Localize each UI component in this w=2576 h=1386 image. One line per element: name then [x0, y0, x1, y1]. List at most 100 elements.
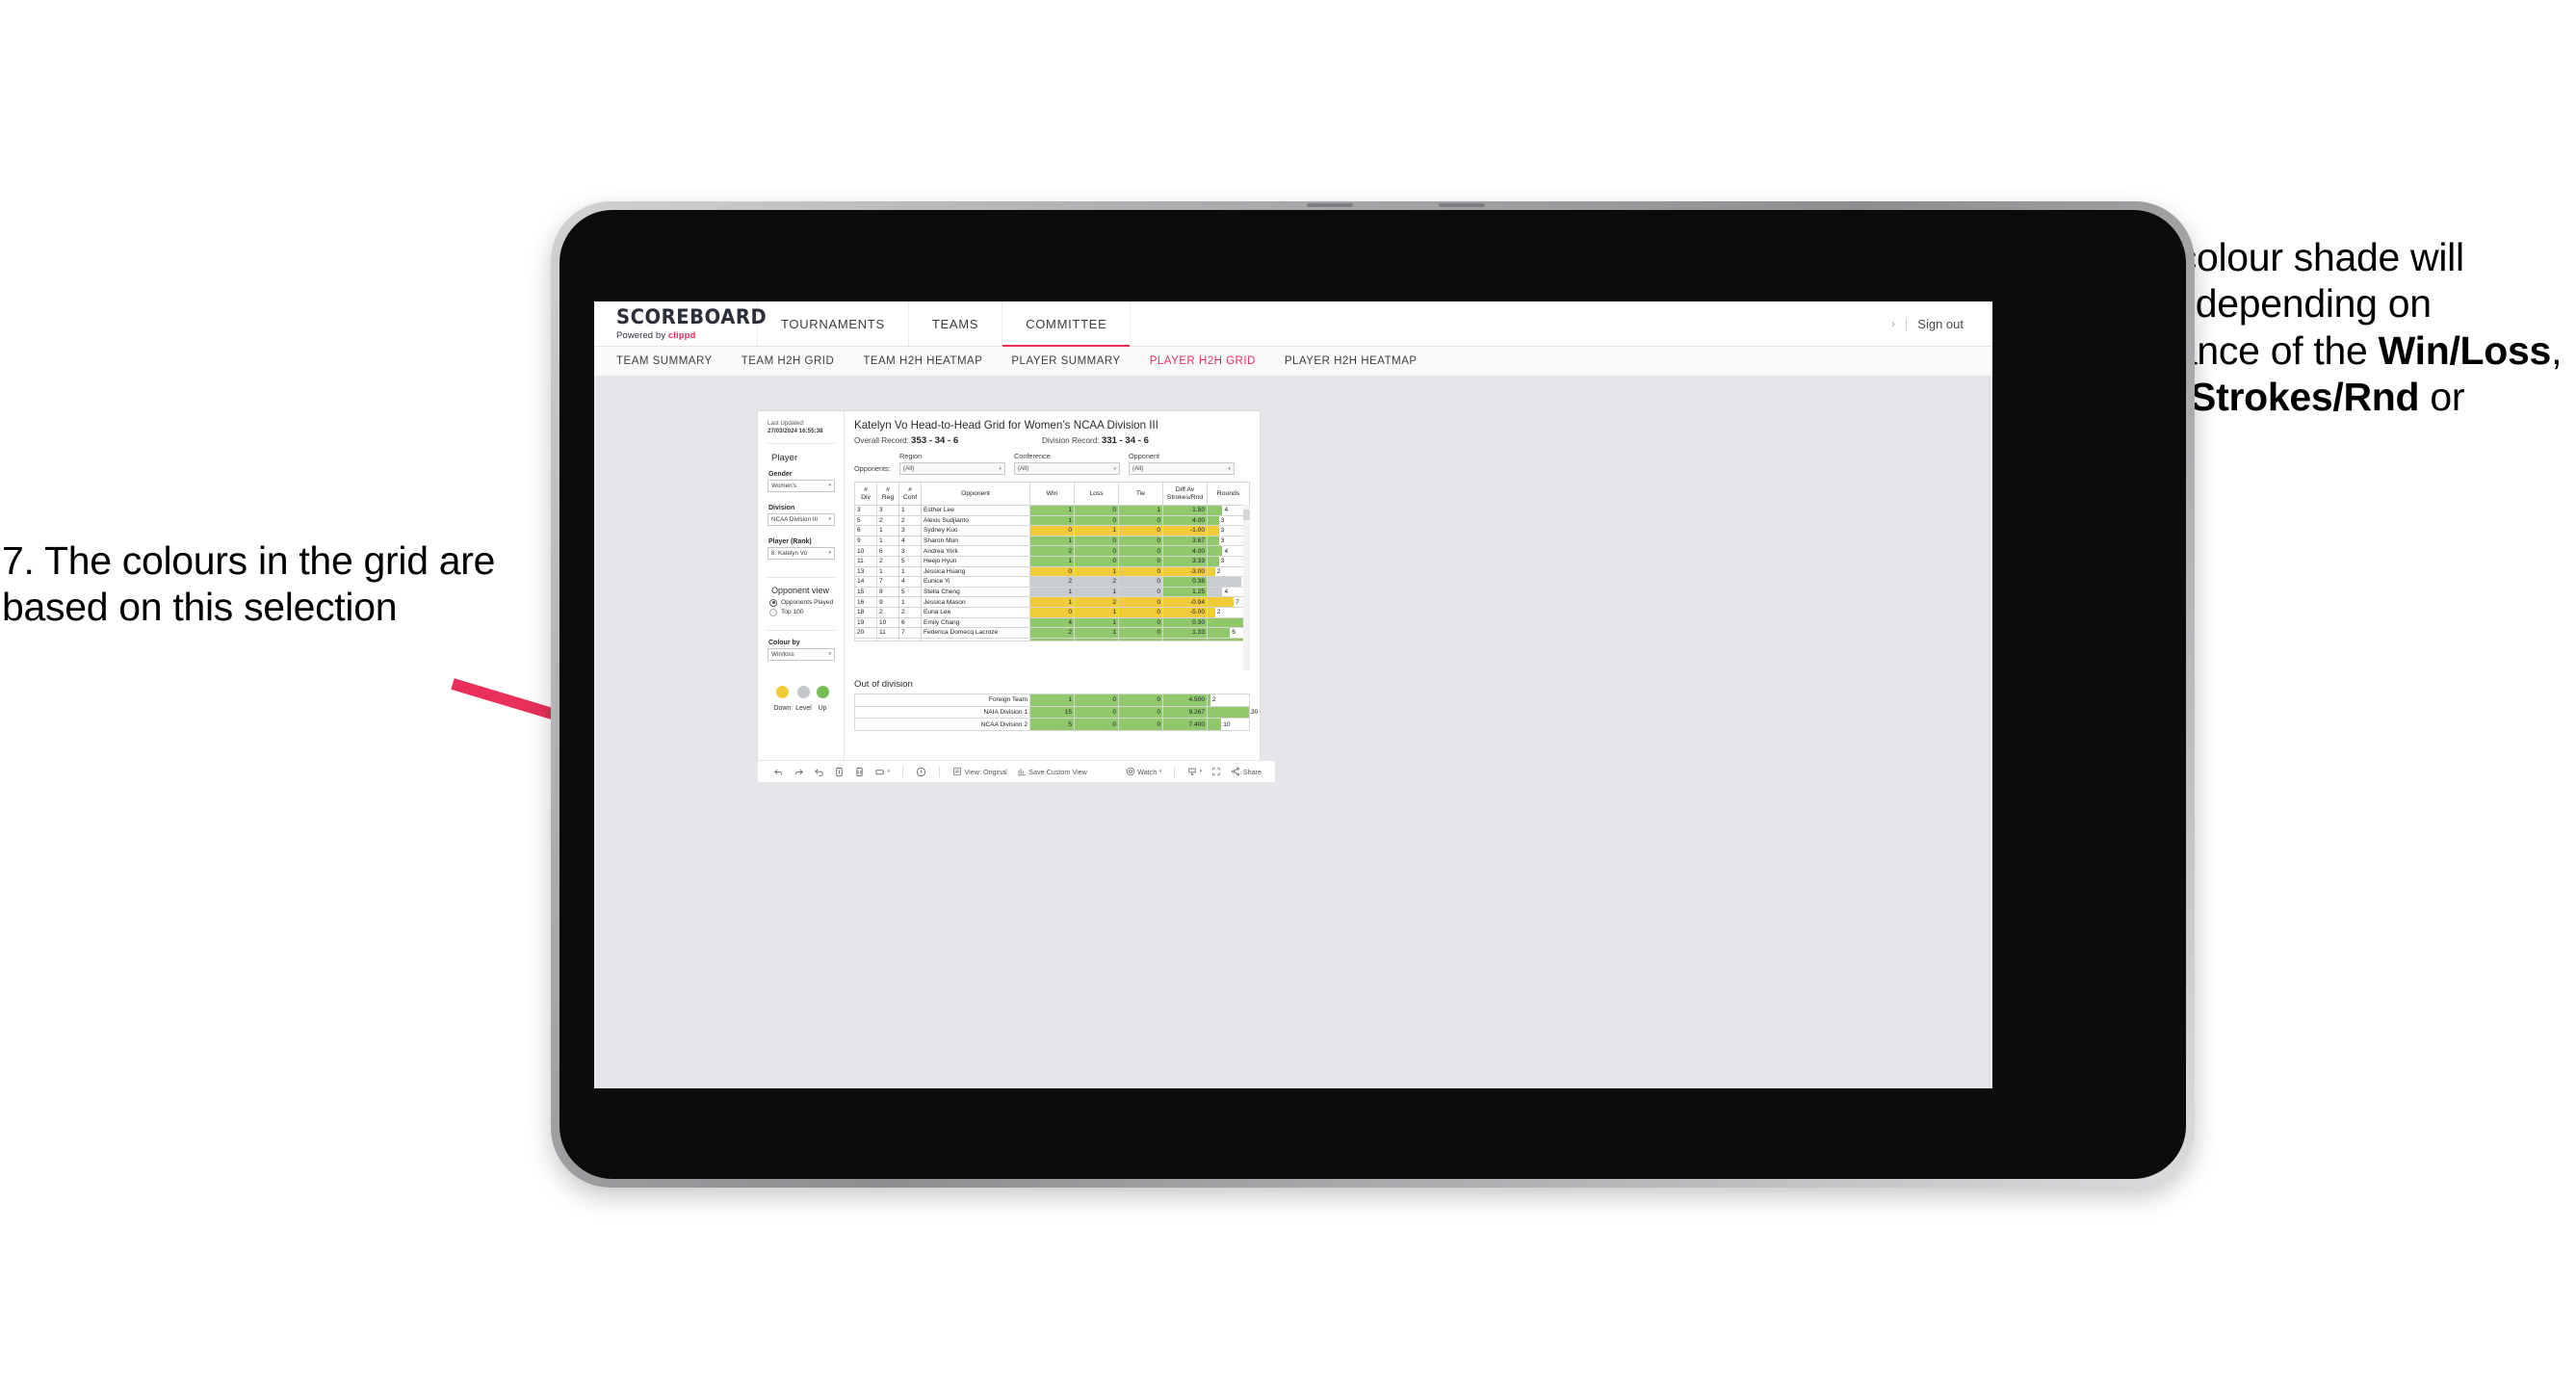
- filter-conference-select[interactable]: (All) ▾: [1014, 462, 1120, 475]
- col-header-tie[interactable]: Tie: [1118, 482, 1163, 506]
- chevron-down-icon: ▾: [999, 465, 1002, 472]
- pause-icon[interactable]: [854, 767, 865, 777]
- watch-button[interactable]: Watch ▾: [1126, 767, 1161, 776]
- col-header-div[interactable]: # Div: [854, 482, 877, 506]
- subtab-player-h2h-grid[interactable]: PLAYER H2H GRID: [1150, 355, 1256, 367]
- refresh-icon[interactable]: [834, 767, 845, 777]
- cell-win: 4: [1029, 616, 1075, 629]
- sign-out-link[interactable]: Sign out: [1917, 317, 1964, 331]
- rounds-value: 2: [1216, 567, 1221, 575]
- filter-opponent-caption: Opponent: [1129, 452, 1160, 460]
- filter-opponent-select[interactable]: (All) ▾: [1129, 462, 1235, 475]
- legend-item-down: Down: [773, 685, 791, 712]
- cell-div: 13: [854, 565, 877, 578]
- brand-logo[interactable]: SCOREBOARD Powered by clippd: [594, 301, 767, 346]
- out-of-division-row[interactable]: NCAA Division 2 5 0 0 7.400 10: [854, 718, 1250, 732]
- table-row[interactable]: 20 11 7 Federica Domecq Lacroze 2 1 0 1.33 6: [854, 627, 1250, 639]
- table-row[interactable]: 13 1 1 Jessica Huang 0 1 0 -3.00 2: [854, 565, 1250, 578]
- rounds-value: 3: [1220, 527, 1225, 535]
- legend-dot-up: [816, 685, 829, 698]
- col-header-rounds[interactable]: Rounds: [1207, 482, 1250, 506]
- cell-win: 2: [1029, 627, 1075, 639]
- rounds-bar: [1208, 516, 1219, 525]
- cell-tie: 0: [1118, 565, 1163, 578]
- undo-icon[interactable]: [773, 767, 784, 777]
- cell-loss: 0: [1074, 535, 1119, 547]
- table-row[interactable]: 16 9 1 Jessica Mason 1 2 0 -0.94 7: [854, 596, 1250, 608]
- cell-conf: 3: [898, 525, 922, 536]
- annotation-right-sep1: ,: [2551, 327, 2563, 373]
- grid-vertical-scrollbar[interactable]: [1243, 505, 1250, 670]
- grid-empty-space: [854, 641, 1239, 670]
- last-updated-value: 27/03/2024 16:55:38: [768, 428, 823, 435]
- gender-select[interactable]: Women’s ▾: [768, 479, 835, 492]
- player-rank-select[interactable]: 8. Katelyn Vo ▾: [768, 546, 835, 560]
- rounds-value: 4: [1224, 507, 1229, 514]
- nav-tab-teams[interactable]: TEAMS: [909, 301, 1003, 346]
- legend-dot-down: [775, 685, 789, 698]
- subtab-player-h2h-heatmap[interactable]: PLAYER H2H HEATMAP: [1285, 355, 1418, 367]
- cell-opponent: Federica Domecq Lacroze: [921, 627, 1030, 639]
- col-header-opponent[interactable]: Opponent: [921, 482, 1030, 506]
- subtab-player-summary[interactable]: PLAYER SUMMARY: [1011, 355, 1120, 367]
- h2h-grid-header-row: # Div # Reg # Conf Opponent Win Loss Tie Di…: [854, 482, 1250, 506]
- table-row[interactable]: 3 3 1 Esther Lee 1 0 1 1.50 4: [854, 505, 1250, 516]
- table-row[interactable]: 10 6 3 Andrea York 2 0 0 4.00 4: [854, 545, 1250, 557]
- out-of-division-row[interactable]: NAIA Division 1 15 0 0 9.267 30: [854, 705, 1258, 719]
- col-header-reg[interactable]: # Reg: [876, 482, 899, 506]
- history-icon[interactable]: [916, 767, 926, 777]
- nav-right-group: › | Sign out: [1891, 301, 1992, 346]
- divider-2: [768, 576, 835, 578]
- subtab-team-h2h-grid[interactable]: TEAM H2H GRID: [742, 355, 835, 367]
- table-row[interactable]: 6 1 3 Sydney Kuo 0 1 0 -1.00 3: [854, 525, 1250, 536]
- ood-rounds-bar: [1208, 719, 1222, 731]
- table-row[interactable]: 11 2 5 Heejo Hyun 1 0 0 3.33 3: [854, 555, 1250, 567]
- out-of-division-body: Foreign Team 1 0 0 4.500 2 NAIA Division 1 15 0 0…: [854, 693, 1258, 732]
- redo-icon[interactable]: [794, 767, 804, 777]
- secondary-nav-tabs: TEAM SUMMARY TEAM H2H GRID TEAM H2H HEAT…: [594, 347, 1992, 377]
- share-button[interactable]: Share: [1231, 767, 1262, 776]
- download-icon[interactable]: ▾: [1187, 767, 1202, 776]
- cell-div: 15: [854, 586, 877, 598]
- ood-rounds-value: 10: [1223, 720, 1231, 728]
- revert-icon[interactable]: [814, 767, 824, 777]
- table-row[interactable]: 9 1 4 Sharon Mun 1 0 0 3.67 3: [854, 535, 1250, 547]
- cell-opponent: Stella Cheng: [921, 586, 1030, 598]
- cell-reg: 11: [876, 627, 899, 639]
- rounds-bar: [1208, 597, 1235, 607]
- colour-by-select[interactable]: Win/loss ▾: [768, 647, 835, 661]
- rounds-value: 4: [1224, 588, 1229, 596]
- fullscreen-icon[interactable]: [1211, 767, 1221, 776]
- table-row[interactable]: 15 8 5 Stella Cheng 1 1 0 1.25 4: [854, 586, 1250, 598]
- save-custom-view-button[interactable]: Save Custom View: [1017, 767, 1087, 776]
- table-row[interactable]: 5 2 2 Alexis Sudjianto 1 0 0 4.00 3: [854, 514, 1250, 527]
- app-screen: SCOREBOARD Powered by clippd TOURNAMENTS…: [594, 301, 1992, 1088]
- nav-tab-tournaments[interactable]: TOURNAMENTS: [758, 301, 909, 346]
- radio-top-100[interactable]: Top 100: [769, 608, 835, 616]
- table-row[interactable]: 18 2 2 Euna Lee 0 1 0 -5.00 2: [854, 606, 1250, 618]
- gender-label: Gender: [768, 470, 793, 478]
- table-row[interactable]: 1474Eunice Yi2200.389: [854, 576, 1250, 588]
- shape-dropdown-icon[interactable]: ▾: [874, 767, 890, 777]
- radio-opponents-played[interactable]: Opponents Played: [769, 598, 835, 607]
- division-select[interactable]: NCAA Division III ▾: [768, 512, 835, 526]
- cell-loss: 1: [1074, 616, 1119, 629]
- out-of-division-row[interactable]: Foreign Team 1 0 0 4.500 2: [854, 693, 1250, 707]
- out-of-division-title: Out of division: [854, 678, 913, 690]
- table-row[interactable]: 19106Emily Chang4100.3011: [854, 616, 1250, 629]
- chevron-right-icon[interactable]: ›: [1891, 317, 1895, 330]
- grid-scrollbar-thumb[interactable]: [1243, 510, 1250, 520]
- filter-region-select[interactable]: (All) ▾: [899, 462, 1005, 475]
- col-header-loss[interactable]: Loss: [1074, 482, 1119, 506]
- cell-opponent: Sydney Kuo: [921, 525, 1030, 536]
- legend-label-level: Level: [795, 704, 812, 712]
- col-header-win[interactable]: Win: [1029, 482, 1075, 506]
- col-header-conf[interactable]: # Conf: [898, 482, 922, 506]
- cell-diff: 3.67: [1162, 535, 1208, 547]
- nav-tab-committee[interactable]: COMMITTEE: [1002, 301, 1132, 347]
- subtab-team-summary[interactable]: TEAM SUMMARY: [616, 355, 713, 367]
- legend-label-up: Up: [818, 704, 827, 712]
- view-original-button[interactable]: View: Original: [952, 767, 1007, 776]
- subtab-team-h2h-heatmap[interactable]: TEAM H2H HEATMAP: [863, 355, 982, 367]
- col-header-diff[interactable]: Diff Av Strokes/Rnd: [1162, 482, 1208, 506]
